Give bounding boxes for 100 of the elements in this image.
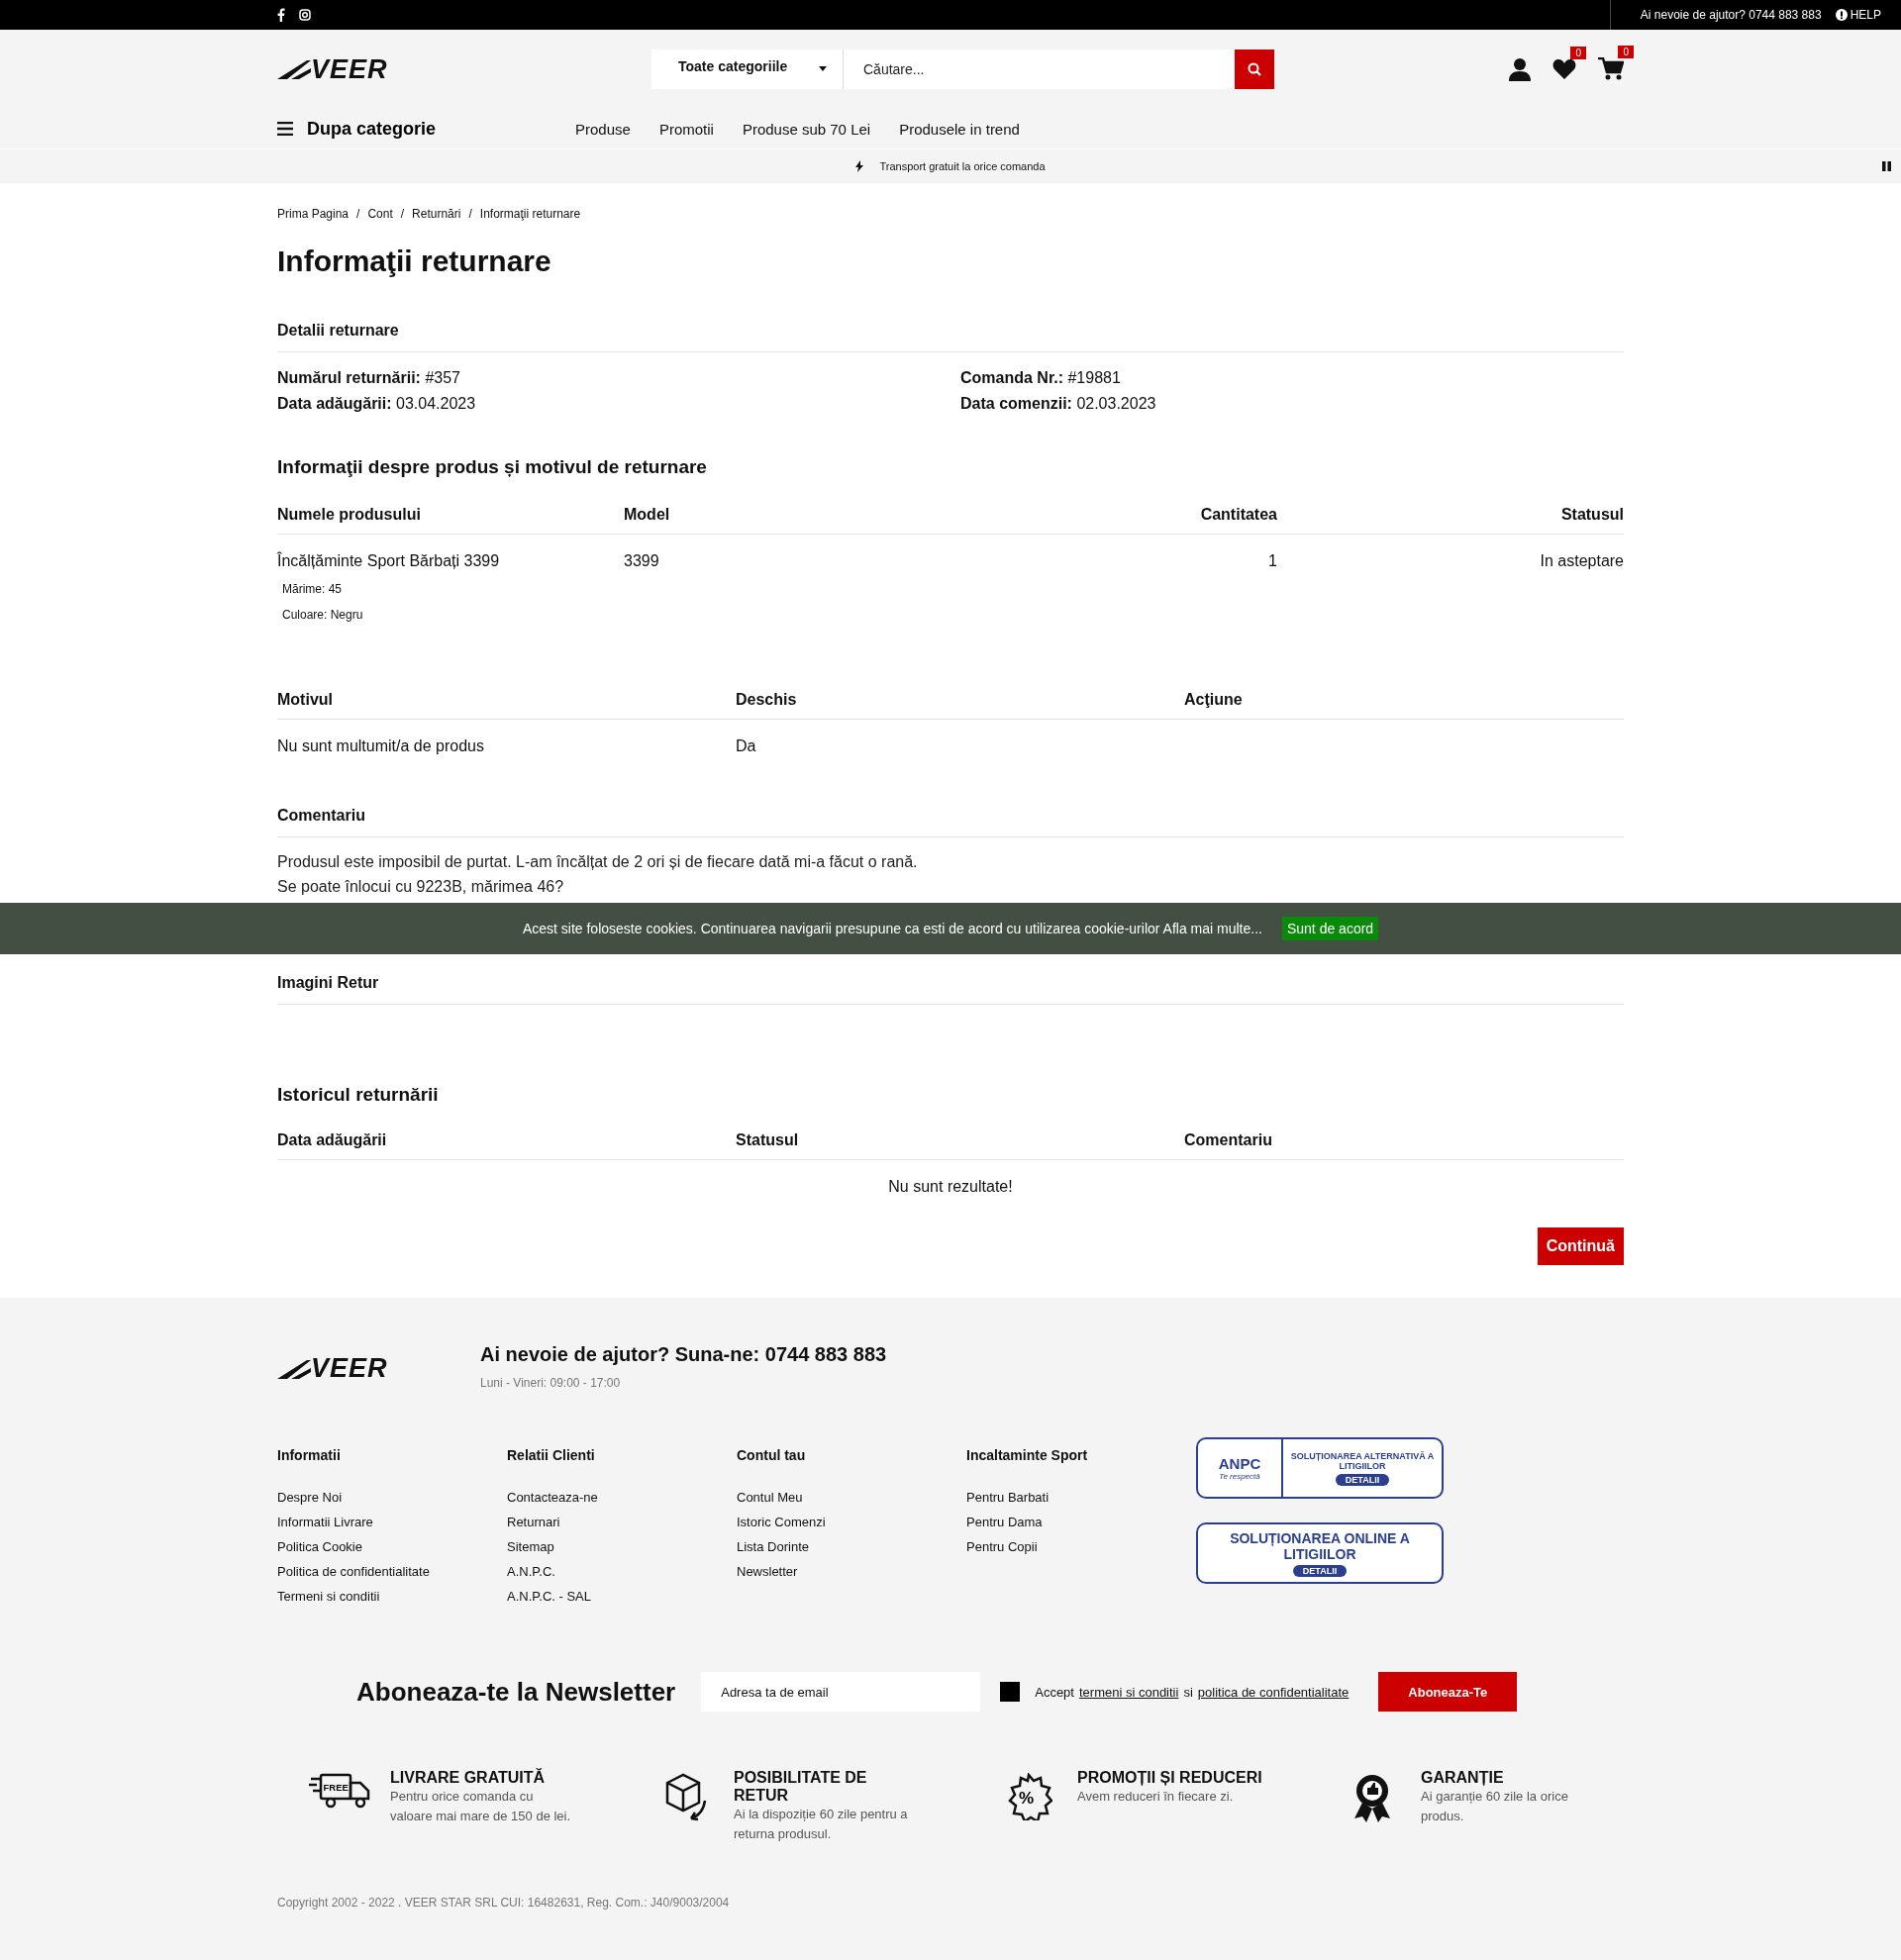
footer-link[interactable]: A.N.P.C. - SAL — [507, 1584, 737, 1609]
menu-icon — [277, 122, 293, 136]
column-header: Statusul — [1277, 506, 1624, 535]
feature-title: LIVRARE GRATUITĂ — [390, 1769, 547, 1787]
footer-link[interactable]: Lista Dorinte — [737, 1534, 966, 1559]
nav-link[interactable]: Produsele in trend — [899, 120, 1020, 138]
user-icon[interactable] — [1509, 57, 1531, 81]
learn-more-link[interactable]: Afla mai multe... — [1162, 921, 1262, 936]
footer-link[interactable]: Sitemap — [507, 1534, 737, 1559]
column-header: Numele produsului — [277, 506, 624, 535]
footer-link[interactable]: Termeni si conditii — [277, 1584, 507, 1609]
category-menu-button[interactable]: Dupa categorie — [277, 118, 575, 140]
footer-heading: Informatii — [277, 1447, 342, 1463]
breadcrumb-link[interactable]: Returnări — [412, 207, 461, 229]
feature-title: PROMOȚII ȘI REDUCERI — [1077, 1769, 1263, 1787]
section-heading: Imagini Retur — [277, 974, 1624, 1005]
product-option: Culoare: Negru — [282, 608, 624, 622]
footer-heading: Contul tau — [737, 1447, 807, 1463]
footer-link[interactable]: Contacteaza-ne — [507, 1485, 737, 1510]
box-return-icon — [663, 1773, 707, 1822]
feature-text: Pentru orice comanda cu valoare mai mare de 150 de lei. — [390, 1788, 572, 1825]
table-cell-text: Da — [736, 736, 757, 755]
section-heading: Istoricul returnării — [277, 1084, 440, 1106]
email-field[interactable]: Adresa ta de email — [701, 1672, 981, 1712]
product-option: Mărime: 45 — [282, 582, 624, 596]
nav-link[interactable]: Produse sub 70 Lei — [742, 120, 871, 138]
breadcrumb-separator: / — [356, 207, 360, 223]
detail-field: Data comenzii: 02.03.2023 — [960, 391, 1624, 417]
footer-heading: Relatii Clienti — [507, 1447, 596, 1463]
copyright-text: Copyright 2002 - 2022 . VEER STAR SRL CUI: 16482631, Reg. Com.: J40/9003/2004 — [277, 1896, 731, 1910]
caret-icon — [819, 66, 827, 71]
info-icon — [1835, 9, 1848, 21]
table-cell-text: Nu sunt multumit/a de produs — [277, 736, 485, 755]
detail-field: Data adăugării: 03.04.2023 — [277, 391, 960, 417]
nav-link[interactable]: Produse — [575, 120, 631, 138]
heart-icon[interactable] — [1552, 58, 1576, 80]
footer-link[interactable]: Istoric Comenzi — [737, 1510, 966, 1534]
cart-count-badge: 0 — [1618, 46, 1634, 58]
privacy-link[interactable]: politica de confidentialitate — [1197, 1684, 1350, 1700]
feature-text: Ai garanție 60 zile la orice produs. — [1421, 1788, 1569, 1825]
lightning-icon — [855, 159, 864, 172]
breadcrumb-link[interactable]: Informaţii returnare — [479, 207, 581, 229]
footer-link[interactable]: Pentru Dama — [966, 1510, 1196, 1534]
footer-link[interactable]: Returnari — [507, 1510, 737, 1534]
feature-text: Ai la dispoziție 60 zile pentru a returna produsul. — [734, 1806, 909, 1843]
feature-title: GARANȚIE — [1421, 1769, 1505, 1787]
column-header: Comentariu — [1184, 1131, 1624, 1160]
footer-link[interactable]: Pentru Barbati — [966, 1485, 1196, 1510]
category-select[interactable]: Toate categoriile — [651, 49, 844, 89]
instagram-icon[interactable] — [299, 9, 311, 21]
help-link[interactable]: HELP — [1835, 8, 1881, 22]
feature-title: POSIBILITATE DE RETUR — [734, 1769, 868, 1805]
subscribe-button[interactable]: Aboneaza-Te — [1378, 1672, 1518, 1712]
footer-heading: Incaltaminte Sport — [966, 1447, 1089, 1463]
comment-text: Produsul este imposibil de purtat. L-am încălțat de 2 ori și de fiecare dată mi-a făcut o rană. — [277, 852, 919, 872]
help-heading: Ai nevoie de ajutor? Suna-ne: 0744 883 883 — [480, 1343, 887, 1366]
cookie-notice-text: Acest site foloseste cookies. Continuarea navigarii presupune ca esti de acord cu utilizarea cookie-urilor Afla mai multe... — [522, 921, 1262, 936]
nav-link[interactable]: Promotii — [658, 120, 714, 138]
brand-logo[interactable]: VEER — [277, 1355, 480, 1382]
continue-button[interactable]: Continuă — [1537, 1227, 1624, 1265]
footer-link[interactable]: Pentru Copii — [966, 1534, 1196, 1559]
table-cell-text: In asteptare — [1539, 551, 1624, 571]
search-field[interactable]: Căutare... — [844, 49, 1235, 89]
consent-checkbox[interactable] — [1000, 1682, 1021, 1702]
table-cell-text: 1 — [1267, 551, 1277, 571]
dispute-resolution-banner[interactable]: ANPC Te respectă SOLUȚIONAREA ALTERNATIVĂ A LITIGIILOR DETALII — [1196, 1437, 1444, 1499]
search-button[interactable] — [1235, 49, 1274, 89]
award-ribbon-icon — [1352, 1773, 1392, 1824]
consent-text: Accept — [1035, 1684, 1074, 1700]
footer-link[interactable]: Politica Cookie — [277, 1534, 507, 1559]
pause-icon[interactable] — [1882, 161, 1891, 171]
brand-logo[interactable]: VEER — [277, 55, 421, 83]
footer-link[interactable]: Informatii Livrare — [277, 1510, 507, 1534]
footer-link[interactable]: Politica de confidentialitate — [277, 1559, 507, 1584]
footer-link[interactable]: A.N.P.C. — [507, 1559, 737, 1584]
empty-message: Nu sunt rezultate! — [887, 1177, 1014, 1196]
footer-link[interactable]: Despre Noi — [277, 1485, 507, 1510]
consent-text: si — [1183, 1684, 1193, 1700]
breadcrumb-link[interactable]: Cont — [367, 207, 393, 229]
page-title: Informaţii returnare — [277, 245, 552, 278]
breadcrumb-separator: / — [468, 207, 472, 223]
footer-link[interactable]: Newsletter — [737, 1559, 966, 1584]
column-header: Cantitatea — [1079, 506, 1277, 535]
terms-link[interactable]: termeni si conditii — [1078, 1684, 1179, 1700]
table-cell-text: 3399 — [624, 551, 660, 571]
search-icon — [1248, 62, 1261, 76]
detail-field: Comanda Nr.: #19881 — [960, 365, 1624, 391]
accept-cookies-button[interactable]: Sunt de acord — [1281, 917, 1379, 940]
section-heading: Detalii returnare — [277, 322, 1624, 352]
breadcrumb-link[interactable]: Prima Pagina — [277, 207, 350, 229]
column-header: Data adăugării — [277, 1131, 736, 1160]
dispute-resolution-banner[interactable]: SOLUȚIONAREA ONLINE A LITIGIILOR DETALII — [1196, 1522, 1444, 1584]
cart-icon[interactable] — [1598, 57, 1624, 81]
wishlist-count-badge: 0 — [1570, 47, 1586, 59]
footer-link[interactable]: Contul Meu — [737, 1485, 966, 1510]
facebook-icon[interactable] — [277, 8, 285, 22]
column-header: Deschis — [736, 691, 1184, 720]
breadcrumb-separator: / — [400, 207, 405, 223]
newsletter-heading: Aboneaza-te la Newsletter — [356, 1676, 676, 1708]
detail-field: Numărul returnării: #357 — [277, 365, 960, 391]
